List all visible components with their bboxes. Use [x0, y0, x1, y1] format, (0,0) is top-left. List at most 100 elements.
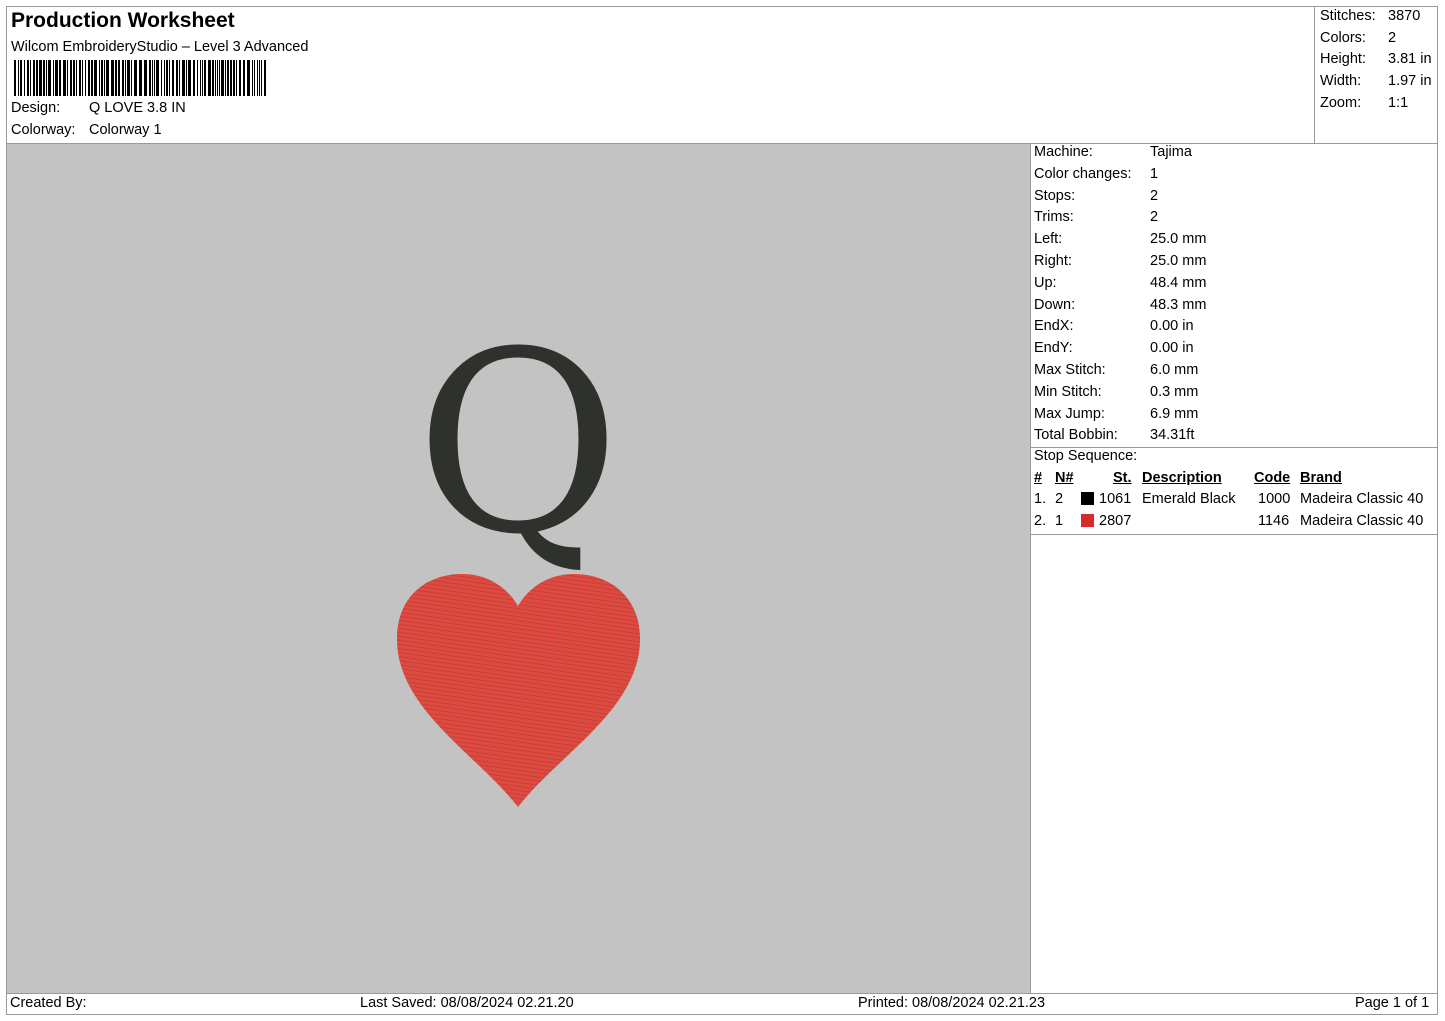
barcode-bar [63, 60, 66, 96]
detail-value: 1 [1150, 165, 1159, 182]
colorway-value: Colorway 1 [89, 122, 162, 138]
design-preview-svg: Q [397, 298, 640, 807]
detail-label: Max Jump: [1034, 405, 1105, 422]
detail-label: Up: [1034, 274, 1057, 291]
detail-value: 6.0 mm [1150, 362, 1199, 378]
detail-label: Stops: [1034, 187, 1076, 204]
barcode-bar [104, 60, 105, 96]
barcode-bar [212, 60, 214, 96]
barcode-bar [193, 60, 195, 96]
detail-label: Right: [1034, 253, 1072, 269]
barcode-bar [204, 60, 206, 96]
barcode-bar [20, 60, 22, 96]
detail-value: 2 [1150, 209, 1159, 226]
design-summary-panel: Stitches: 3870 Colors: 2 Height: 3.81 in Wi… [1314, 7, 1438, 143]
detail-label: Machine: [1034, 144, 1093, 160]
barcode-bar [36, 60, 38, 96]
barcode-bar [82, 60, 83, 96]
barcode-bar [219, 60, 220, 96]
summary-label: Width: [1320, 73, 1362, 89]
design-label: Design: [11, 100, 61, 116]
barcode-bar [200, 60, 201, 96]
barcode-bar [252, 60, 253, 96]
col-header-st: St. [1113, 470, 1132, 486]
summary-value: 3870 [1388, 8, 1421, 24]
barcode-bar [79, 60, 81, 96]
detail-label: Left: [1034, 231, 1063, 248]
barcode-bar [85, 60, 86, 96]
summary-row-stitches: Stitches: 3870 [1320, 8, 1420, 24]
thread-code: 1146 [1258, 513, 1290, 529]
barcode-bar [53, 60, 54, 96]
barcode-bar [115, 60, 117, 96]
stitch-count: 1061 [1099, 491, 1132, 507]
barcode-bar [94, 60, 97, 96]
barcode-bar [30, 60, 31, 96]
barcode-bar [70, 60, 72, 96]
barcode-bar [152, 60, 153, 96]
detail-value: 48.4 mm [1150, 274, 1207, 291]
detail-label: Color changes: [1034, 165, 1132, 182]
barcode-bar [221, 60, 224, 96]
detail-label: Min Stitch: [1034, 383, 1102, 400]
col-header-description: Description [1142, 470, 1222, 486]
col-header-code: Code [1254, 470, 1291, 486]
barcode-bar [99, 60, 100, 96]
barcode-bar [131, 60, 132, 96]
detail-label: EndY: [1034, 340, 1073, 357]
col-header-n: N# [1055, 470, 1074, 486]
thread-brand: Madeira Classic 40 [1300, 491, 1424, 507]
barcode-bar [43, 60, 45, 96]
barcode-bar [154, 60, 155, 96]
barcode-bar [179, 60, 180, 96]
barcode-bar [172, 60, 174, 96]
barcode-bar [118, 60, 120, 96]
stop-num: 1. [1034, 491, 1047, 507]
detail-value: 0.00 in [1150, 318, 1194, 335]
detail-value: 25.0 mm [1150, 231, 1207, 248]
worksheet-page: Production Worksheet Wilcom EmbroiderySt… [6, 6, 1438, 1015]
summary-value: 2 [1388, 30, 1397, 46]
barcode-bar [73, 60, 75, 96]
detail-row: Up: 48.4 mm [1034, 275, 1441, 291]
thread-code: 1000 [1258, 491, 1291, 507]
detail-row: Color changes: 1 [1034, 166, 1441, 182]
colorway-label: Colorway: [11, 122, 76, 138]
detail-row: Left: 25.0 mm [1034, 231, 1441, 247]
barcode-bar [14, 60, 16, 96]
detail-label: EndX: [1034, 318, 1074, 335]
barcode-bar [144, 60, 147, 96]
detail-value: 48.3 mm [1150, 296, 1207, 313]
detail-value: 0.3 mm [1150, 383, 1199, 400]
colorway-row: Colorway: Colorway 1 [11, 122, 162, 138]
barcode-bar [202, 60, 203, 96]
footer-divider [7, 993, 1437, 994]
barcode-bar [176, 60, 178, 96]
col-header-num: # [1034, 470, 1043, 486]
barcode-bar [67, 60, 68, 96]
created-by: Created By: [10, 995, 87, 1011]
printed-date: Printed: 08/08/2024 02.21.23 [858, 995, 1046, 1011]
needle-number: 2 [1055, 491, 1064, 507]
summary-label: Colors: [1320, 30, 1366, 46]
page-number: Page 1 of 1 [1355, 995, 1430, 1011]
barcode-bar [254, 60, 255, 96]
barcode-bar [27, 60, 29, 96]
barcode-bar [261, 60, 262, 96]
barcode-bar [46, 60, 47, 96]
detail-row: EndX: 0.00 in [1034, 318, 1441, 334]
barcode-bar [39, 60, 42, 96]
detail-row: Total Bobbin: 34.31ft [1034, 427, 1441, 443]
barcode-bar [230, 60, 232, 96]
barcode-bar [264, 60, 266, 96]
embroidered-q-letter: Q [416, 298, 621, 589]
barcode-bar [197, 60, 198, 96]
detail-label: Max Stitch: [1034, 362, 1106, 378]
barcode-bar [59, 60, 61, 96]
summary-row-zoom: Zoom: 1:1 [1320, 95, 1408, 111]
barcode-bar [259, 60, 260, 96]
barcode-bar [182, 60, 185, 96]
barcode-bar [127, 60, 130, 96]
col-header-brand: Brand [1300, 470, 1342, 486]
stop-num: 2. [1034, 513, 1047, 529]
